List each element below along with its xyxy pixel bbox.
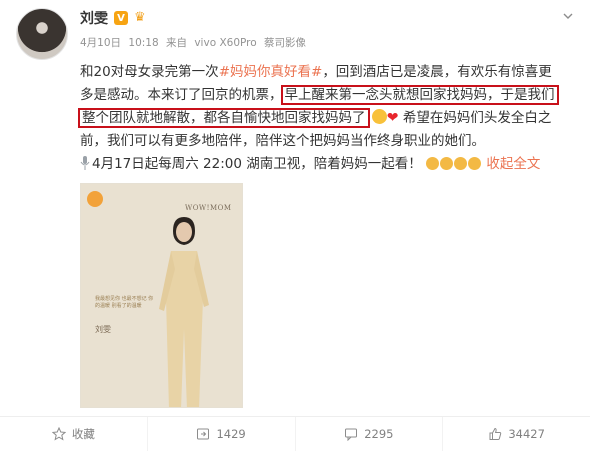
highlighted-text: 整个团队就地解散，都各自愉快地回家找妈妈了 <box>78 108 370 128</box>
repost-button[interactable]: 1429 <box>148 417 296 451</box>
microphone-emoji-icon <box>80 156 90 170</box>
action-bar: 收藏 1429 2295 34427 <box>0 417 590 451</box>
verified-badge: V <box>114 11 128 25</box>
text-segment: 和20对母女录完第一次 <box>80 64 219 80</box>
source-device[interactable]: vivo X60Pro <box>194 37 256 49</box>
heart-emoji-icon: ❤ <box>386 110 399 126</box>
text-segment: ，回到酒店已是凌晨，有欢乐有惊喜更 <box>322 64 552 80</box>
favorite-button[interactable]: 收藏 <box>0 417 148 451</box>
text-segment: 希望在妈妈们头发全白之 <box>402 110 552 126</box>
like-button[interactable]: 34427 <box>443 417 590 451</box>
text-line: 整个团队就地解散，都各自愉快地回家找妈妈了 ❤ 希望在妈妈们头发全白之 <box>78 107 580 130</box>
poster-caption: 我最想见你 也最不想记 你的温暖 别看了的温暖 <box>95 296 154 309</box>
clap-emoji-icon <box>468 157 482 170</box>
hashtag-link[interactable]: #妈妈你真好看# <box>219 64 323 80</box>
clap-emoji-icon <box>454 157 468 170</box>
comment-button[interactable]: 2295 <box>296 417 444 451</box>
author-name[interactable]: 刘雯 <box>80 8 108 28</box>
clap-emoji-icon <box>426 157 440 170</box>
author-row: 刘雯 V ♛ <box>80 8 152 28</box>
thumbs-up-icon <box>489 427 502 440</box>
text-line: 4月17日起每周六 22:00 湖南卫视，陪着妈妈一起看！ 收起全文 <box>80 153 580 176</box>
text-segment: 多是感动。本来订了回京的机票， <box>80 87 283 103</box>
text-segment: 4月17日起每周六 22:00 湖南卫视，陪着妈妈一起看！ <box>92 156 422 172</box>
text-segment: 前，我们可以有更多地陪伴，陪伴这个把妈妈当作终身职业的她们。 <box>80 133 485 149</box>
show-logo-icon <box>87 191 103 207</box>
favorite-label: 收藏 <box>71 427 95 441</box>
source-suffix[interactable]: 蔡司影像 <box>264 37 306 49</box>
poster-name: 刘雯 <box>95 325 111 334</box>
post-meta: 4月10日 10:18 来自 vivo X60Pro 蔡司影像 <box>80 35 310 50</box>
clap-emoji-icon <box>440 157 454 170</box>
person-figure-icon <box>159 217 209 407</box>
post-date[interactable]: 4月10日 <box>80 37 121 49</box>
repost-count: 1429 <box>216 427 246 441</box>
highlighted-text: 早上醒来第一念头就想回家找妈妈，于是我们 <box>280 85 559 105</box>
repost-icon <box>197 428 210 440</box>
text-line: 前，我们可以有更多地陪伴，陪伴这个把妈妈当作终身职业的她们。 <box>80 130 580 153</box>
text-line: 多是感动。本来订了回京的机票， 早上醒来第一念头就想回家找妈妈，于是我们 <box>80 84 580 107</box>
crown-icon: ♛ <box>134 10 146 25</box>
star-icon <box>51 427 66 441</box>
collapse-text-link[interactable]: 收起全文 <box>486 156 540 172</box>
smile-emoji-icon <box>371 109 387 124</box>
post-time: 10:18 <box>128 37 159 49</box>
post-image[interactable]: WOW!MOM 我最想见你 也最不想记 你的温暖 别看了的温暖 刘雯 <box>80 183 243 408</box>
chevron-down-icon[interactable] <box>562 10 574 22</box>
source-prefix: 来自 <box>166 37 187 49</box>
comment-count: 2295 <box>364 427 394 441</box>
text-line: 和20对母女录完第一次#妈妈你真好看#，回到酒店已是凌晨，有欢乐有惊喜更 <box>80 61 580 84</box>
post-body: 和20对母女录完第一次#妈妈你真好看#，回到酒店已是凌晨，有欢乐有惊喜更 多是感… <box>78 61 580 176</box>
like-count: 34427 <box>508 427 545 441</box>
avatar[interactable] <box>16 8 68 60</box>
comment-icon <box>345 428 358 441</box>
